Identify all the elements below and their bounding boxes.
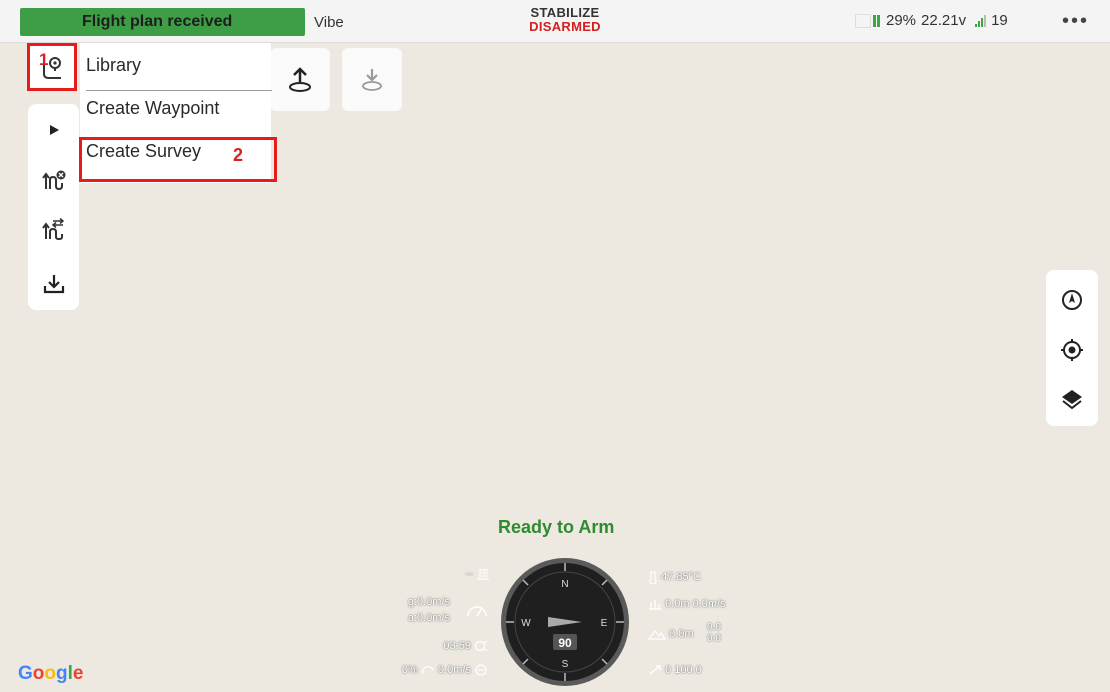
hud-temperature: 47.85°C [648,570,701,584]
hud-terrain: 0.0m [648,628,694,640]
my-location-icon [1061,339,1083,361]
altitude-icon [477,569,489,580]
google-attribution: Google [18,663,84,684]
flight-mode: STABILIZE [530,5,600,20]
terrain-icon [648,630,666,640]
climb-icon [475,664,487,676]
hud-alt-indicator: -- [400,568,490,580]
throttle-icon [421,666,434,675]
annotation-step-2: 2 [233,145,244,165]
compass-heading: 90 [558,636,572,650]
left-toolbar [28,104,79,310]
hud-altitude: 0.0m 0.0m/s [648,598,726,610]
map-layers-button[interactable] [1046,375,1098,425]
battery-percent: 29% [886,12,917,29]
route-reverse-icon [41,217,64,241]
battery-voltage: 22.21v [921,12,967,29]
hud-waypoint: 0 100.0 [648,664,702,676]
reverse-route-button[interactable] [28,210,79,250]
compass-w: W [521,618,531,629]
speedometer-icon [467,606,487,617]
compass-s: S [562,659,569,670]
play-mission-button[interactable] [28,110,79,150]
thermometer-icon [649,571,657,584]
hud-flight-time: 03:59 [400,640,488,652]
layers-icon [1062,390,1082,410]
hud-ground-speed: g:0.0m/s [407,596,450,608]
center-on-me-button[interactable] [1046,325,1098,375]
battery-icon [855,13,881,28]
download-icon [43,275,64,294]
more-menu-button[interactable]: ••• [1062,10,1089,33]
annotation-highlight-box [79,137,277,182]
compass-n: N [561,579,568,590]
arm-state: DISARMED [529,19,601,34]
annotation-step-1: 1 [39,50,49,69]
flight-mode-block[interactable]: STABILIZE DISARMED [505,6,625,34]
ready-to-arm-status: Ready to Arm [498,517,615,537]
read-mission-button[interactable] [342,48,402,111]
hud-terrain-values: 0.0 0.0 [707,622,721,644]
hud-air-speed: a:0.0m/s [407,612,450,624]
vehicle-name[interactable]: Vibe [314,14,344,31]
play-icon [49,125,59,135]
menu-item-library[interactable]: Library [86,55,141,76]
clear-route-button[interactable] [28,160,79,200]
altitude-bars-icon [649,600,661,610]
right-map-toolbar [1046,270,1098,426]
satellite-count: 19 [991,12,1008,29]
mission-planner-button[interactable] [27,43,77,91]
signal-icon [975,14,987,27]
top-status-bar: Flight plan received Vibe STABILIZE DISA… [0,0,1110,43]
download-drone-icon [362,68,382,91]
center-on-drone-button[interactable] [1046,275,1098,325]
hud-throttle-climb: 0% 0.0m/s [360,664,488,676]
waypoint-icon [649,665,661,675]
drone-locate-icon [1062,290,1082,310]
menu-item-create-waypoint[interactable]: Create Waypoint [86,98,219,119]
compass-e: E [601,618,608,629]
compass-dial: N S W E 90 [501,558,629,686]
flight-time-icon [474,640,488,652]
upload-mission-button[interactable] [270,48,330,111]
menu-divider [86,90,272,91]
upload-drone-icon [289,66,311,92]
telemetry-status: 29% 22.21v 19 [855,12,1008,29]
route-clear-icon [41,170,65,191]
download-mission-button[interactable] [28,264,79,304]
flight-status-banner: Flight plan received [20,8,305,36]
